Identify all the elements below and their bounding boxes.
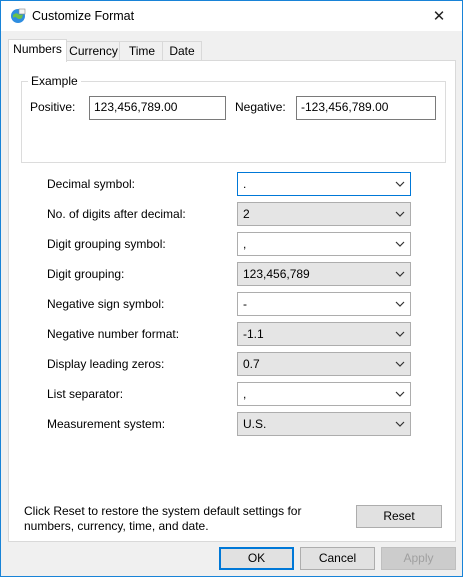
combo-value: , bbox=[243, 237, 247, 251]
chevron-down-icon bbox=[395, 391, 405, 397]
positive-label: Positive: bbox=[30, 100, 76, 114]
chevron-down-icon bbox=[395, 241, 405, 247]
chevron-down-icon bbox=[395, 271, 405, 277]
digit-grouping-symbol-label: Digit grouping symbol: bbox=[47, 237, 166, 251]
list-separator-combo[interactable]: , bbox=[237, 382, 411, 406]
list-separator-label: List separator: bbox=[47, 387, 124, 401]
positive-example-value: 123,456,789.00 bbox=[94, 100, 178, 114]
reset-description: Click Reset to restore the system defaul… bbox=[24, 504, 302, 533]
combo-value: U.S. bbox=[243, 417, 267, 431]
tab-label: Time bbox=[128, 44, 156, 58]
tab-currency[interactable]: Currency bbox=[65, 41, 122, 61]
window-title: Customize Format bbox=[32, 9, 135, 23]
negative-example-value: -123,456,789.00 bbox=[301, 100, 389, 114]
negative-label: Negative: bbox=[235, 100, 286, 114]
combo-value: 2 bbox=[243, 207, 250, 221]
combo-value: 0.7 bbox=[243, 357, 260, 371]
combo-value: , bbox=[243, 387, 247, 401]
positive-example-field: 123,456,789.00 bbox=[89, 96, 226, 120]
digits-after-decimal-label: No. of digits after decimal: bbox=[47, 207, 186, 221]
display-leading-zeros-combo[interactable]: 0.7 bbox=[237, 352, 411, 376]
tab-label: Date bbox=[169, 44, 195, 58]
chevron-down-icon bbox=[395, 211, 405, 217]
decimal-symbol-label: Decimal symbol: bbox=[47, 177, 136, 191]
combo-value: -1.1 bbox=[243, 327, 264, 341]
negative-number-format-combo[interactable]: -1.1 bbox=[237, 322, 411, 346]
close-button[interactable]: ✕ bbox=[416, 1, 462, 31]
tab-date[interactable]: Date bbox=[162, 41, 202, 61]
negative-sign-symbol-label: Negative sign symbol: bbox=[47, 297, 165, 311]
chevron-down-icon bbox=[395, 421, 405, 427]
chevron-down-icon bbox=[395, 331, 405, 337]
combo-value: - bbox=[243, 297, 247, 311]
display-leading-zeros-label: Display leading zeros: bbox=[47, 357, 165, 371]
measurement-system-combo[interactable]: U.S. bbox=[237, 412, 411, 436]
example-legend: Example bbox=[28, 74, 81, 88]
measurement-system-label: Measurement system: bbox=[47, 417, 166, 431]
combo-value: . bbox=[243, 177, 247, 191]
ok-button[interactable]: OK bbox=[219, 547, 294, 570]
digit-grouping-label: Digit grouping: bbox=[47, 267, 125, 281]
chevron-down-icon bbox=[395, 361, 405, 367]
numbers-panel: Example Positive: 123,456,789.00 Negativ… bbox=[8, 60, 456, 542]
decimal-symbol-combo[interactable]: . bbox=[237, 172, 411, 196]
tab-label: Numbers bbox=[13, 42, 62, 56]
tab-time[interactable]: Time bbox=[119, 41, 165, 61]
apply-button[interactable]: Apply bbox=[381, 547, 456, 570]
tab-numbers[interactable]: Numbers bbox=[8, 39, 67, 62]
reset-button[interactable]: Reset bbox=[356, 505, 442, 528]
customize-format-dialog: Customize Format ✕ Currency Time Date Nu… bbox=[0, 0, 463, 577]
negative-sign-symbol-combo[interactable]: - bbox=[237, 292, 411, 316]
digits-after-decimal-combo[interactable]: 2 bbox=[237, 202, 411, 226]
regional-settings-icon bbox=[11, 8, 26, 23]
chevron-down-icon bbox=[395, 181, 405, 187]
example-group: Example Positive: 123,456,789.00 Negativ… bbox=[21, 74, 446, 163]
digit-grouping-combo[interactable]: 123,456,789 bbox=[237, 262, 411, 286]
chevron-down-icon bbox=[395, 301, 405, 307]
cancel-button[interactable]: Cancel bbox=[300, 547, 375, 570]
title-bar[interactable]: Customize Format ✕ bbox=[1, 1, 462, 31]
tab-label: Currency bbox=[69, 44, 118, 58]
negative-example-field: -123,456,789.00 bbox=[296, 96, 436, 120]
digit-grouping-symbol-combo[interactable]: , bbox=[237, 232, 411, 256]
negative-number-format-label: Negative number format: bbox=[47, 327, 180, 341]
close-icon: ✕ bbox=[432, 8, 446, 25]
combo-value: 123,456,789 bbox=[243, 267, 310, 281]
